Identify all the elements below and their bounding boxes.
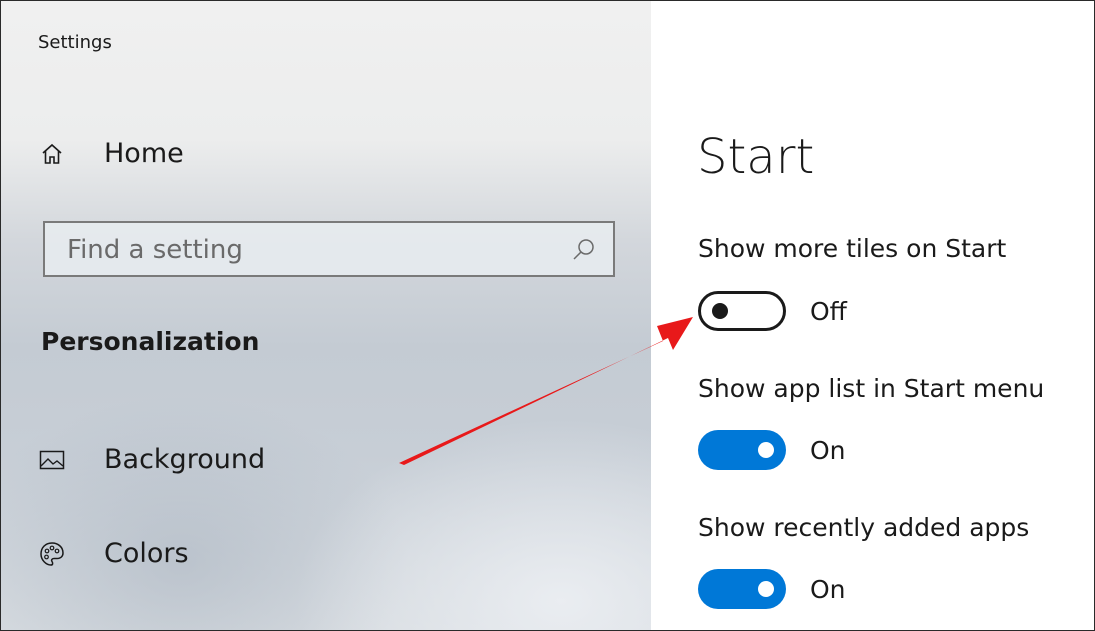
toggle-knob (758, 581, 774, 597)
show-more-tiles-label: Show more tiles on Start (698, 234, 1007, 263)
settings-window: Settings Home Personalization (0, 0, 1095, 631)
show-recently-added-label: Show recently added apps (698, 513, 1030, 542)
app-title: Settings (38, 32, 112, 53)
toggle-switch[interactable] (698, 569, 786, 609)
toggle-knob (712, 303, 728, 319)
palette-icon (38, 540, 66, 568)
sidebar: Settings Home Personalization (1, 1, 651, 630)
home-icon (38, 140, 66, 168)
sidebar-item-label: Home (104, 138, 184, 169)
sidebar-item-background[interactable]: Background (38, 444, 265, 475)
sidebar-item-home[interactable]: Home (38, 138, 184, 169)
toggle-state: Off (810, 296, 847, 326)
sidebar-item-colors[interactable]: Colors (38, 538, 189, 569)
search-box[interactable] (43, 221, 615, 277)
picture-icon (38, 446, 66, 474)
search-icon[interactable] (571, 237, 597, 263)
toggle-switch[interactable] (698, 430, 786, 470)
toggle-knob (758, 442, 774, 458)
show-app-list-label: Show app list in Start menu (698, 374, 1045, 403)
show-more-tiles-toggle[interactable]: Off (698, 291, 847, 331)
sidebar-item-label: Background (104, 444, 266, 475)
toggle-state: On (810, 435, 846, 465)
toggle-switch[interactable] (698, 291, 786, 331)
section-title: Personalization (41, 327, 260, 356)
sidebar-item-label: Colors (104, 538, 189, 569)
show-recently-added-toggle[interactable]: On (698, 569, 846, 609)
toggle-state: On (810, 574, 846, 604)
search-input[interactable] (65, 229, 549, 271)
page-title: Start (697, 129, 815, 185)
main-content: Start Show more tiles on Start Off Show … (651, 1, 1094, 630)
show-app-list-toggle[interactable]: On (698, 430, 846, 470)
